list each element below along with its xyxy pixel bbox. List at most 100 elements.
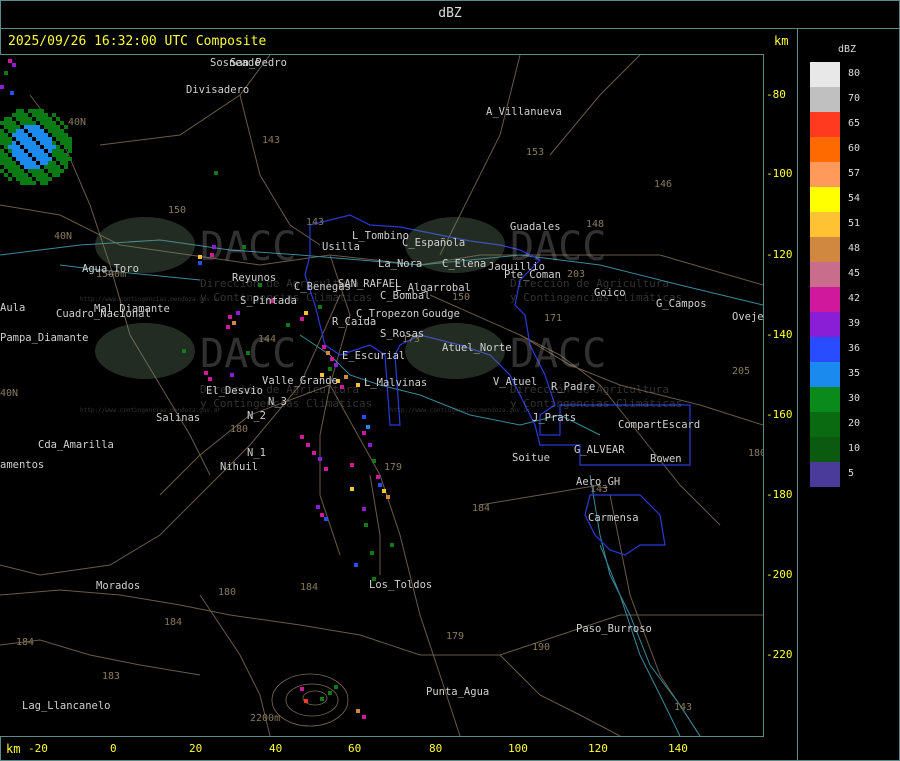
- echo-pixel: [40, 109, 44, 113]
- echo-pixel: [24, 145, 28, 149]
- x-tick-label: 100: [508, 742, 528, 755]
- legend-swatch: [810, 237, 840, 262]
- echo-pixel: [28, 129, 32, 133]
- legend-value: 48: [848, 243, 861, 254]
- echo-pixel: [40, 129, 44, 133]
- route-number: 205: [732, 366, 750, 377]
- echo-pixel: [16, 173, 20, 177]
- route-number: 144: [258, 334, 276, 345]
- echo-pixel: [214, 171, 218, 175]
- legend-value: 80: [848, 68, 861, 79]
- x-tick-label: 120: [588, 742, 608, 755]
- place-label: Pte_Coman: [504, 269, 561, 281]
- echo-pixel: [362, 507, 366, 511]
- echo-pixel: [8, 177, 12, 181]
- legend-row: 48: [808, 237, 898, 262]
- echo-pixel: [44, 173, 48, 177]
- echo-pixel: [8, 125, 12, 129]
- echo-pixel: [24, 161, 28, 165]
- echo-pixel: [24, 121, 28, 125]
- echo-pixel: [40, 121, 44, 125]
- echo-pixel: [20, 133, 24, 137]
- place-label: R_Padre: [551, 381, 595, 393]
- echo-pixel: [36, 165, 40, 169]
- legend-value: 57: [848, 168, 861, 179]
- legend-value: 10: [848, 443, 861, 454]
- place-label: Agua_Toro: [82, 263, 139, 275]
- echo-pixel: [304, 311, 308, 315]
- x-axis-unit: km: [6, 742, 21, 756]
- echo-pixel: [24, 173, 28, 177]
- echo-pixel: [68, 141, 72, 145]
- echo-pixel: [12, 133, 16, 137]
- echo-pixel: [20, 141, 24, 145]
- echo-pixel: [4, 173, 8, 177]
- echo-pixel: [28, 117, 32, 121]
- echo-pixel: [386, 495, 390, 499]
- echo-pixel: [40, 177, 44, 181]
- legend-swatch: [810, 212, 840, 237]
- echo-pixel: [32, 161, 36, 165]
- echo-pixel: [44, 141, 48, 145]
- place-label: Ovejer: [732, 311, 763, 323]
- echo-pixel: [28, 169, 32, 173]
- echo-pixel: [12, 161, 16, 165]
- echo-pixel: [52, 113, 56, 117]
- echo-pixel: [232, 321, 236, 325]
- echo-pixel: [32, 181, 36, 185]
- echo-pixel: [64, 133, 68, 137]
- radar-map-canvas[interactable]: DACC Dirección de Agricultura y Continge…: [0, 55, 763, 736]
- echo-pixel: [24, 133, 28, 137]
- place-label: C_Española: [402, 237, 465, 249]
- watermark-url-3: http://www.contingencias.mendoza.gov.ar: [390, 407, 531, 414]
- echo-pixel: [44, 153, 48, 157]
- echo-pixel: [28, 157, 32, 161]
- echo-pixel: [328, 691, 332, 695]
- echo-pixel: [28, 145, 32, 149]
- echo-pixel: [32, 169, 36, 173]
- echo-pixel: [12, 153, 16, 157]
- legend-value: 54: [848, 193, 861, 204]
- echo-pixel: [48, 145, 52, 149]
- echo-pixel: [44, 145, 48, 149]
- echo-pixel: [48, 141, 52, 145]
- echo-pixel: [28, 137, 32, 141]
- legend-row: 45: [808, 262, 898, 287]
- echo-pixel: [242, 245, 246, 249]
- echo-pixel: [8, 145, 12, 149]
- place-label: Soitue: [512, 452, 550, 464]
- legend-row: 39: [808, 312, 898, 337]
- echo-pixel: [52, 133, 56, 137]
- echo-pixel: [378, 483, 382, 487]
- echo-pixel: [368, 443, 372, 447]
- echo-pixel: [40, 169, 44, 173]
- legend-swatch: [810, 387, 840, 412]
- echo-pixel: [364, 523, 368, 527]
- route-number: 190: [532, 642, 550, 653]
- echo-pixel: [0, 85, 4, 89]
- place-label: Reyunos: [232, 272, 276, 284]
- place-label: Los_Toldos: [369, 579, 432, 591]
- y-axis-unit: km: [774, 34, 789, 48]
- place-label: Aero_GH: [576, 476, 620, 488]
- echo-pixel: [68, 149, 72, 153]
- y-tick-label: -180: [766, 488, 793, 501]
- echo-pixel: [36, 137, 40, 141]
- echo-pixel: [44, 121, 48, 125]
- echo-pixel: [20, 181, 24, 185]
- echo-pixel: [4, 133, 8, 137]
- echo-pixel: [4, 137, 8, 141]
- echo-pixel: [56, 149, 60, 153]
- echo-pixel: [40, 157, 44, 161]
- place-label: Punta_Agua: [426, 686, 489, 698]
- echo-pixel: [0, 149, 4, 153]
- echo-pixel: [52, 161, 56, 165]
- echo-pixel: [322, 345, 326, 349]
- place-label: Valle_Grande: [262, 375, 338, 387]
- echo-pixel: [68, 145, 72, 149]
- echo-pixel: [24, 137, 28, 141]
- legend-swatch: [810, 287, 840, 312]
- radar-map[interactable]: DACC Dirección de Agricultura y Continge…: [0, 54, 764, 737]
- place-label: Usilla: [322, 241, 360, 253]
- echo-pixel: [48, 165, 52, 169]
